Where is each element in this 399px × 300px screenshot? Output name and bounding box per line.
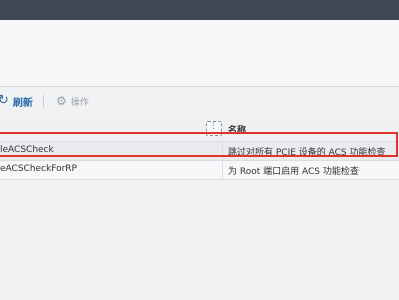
operations-label: 操作 [70,97,89,108]
top-bar [0,0,399,20]
column-chooser-icon: ⋮ [209,121,218,131]
toolbar-divider [43,95,44,107]
row-description: 为 Root 端口启用 ACS 功能检查 [228,167,359,177]
row-key: eACSCheckForRP [0,164,77,174]
column-divider [222,161,223,179]
toolbar: ↻ 刷新 ⚙ 操作 [0,90,399,112]
highlight-annotation [0,132,398,157]
refresh-label: 刷新 [12,97,33,109]
operations-button[interactable]: ⚙ 操作 [56,93,89,109]
gear-icon: ⚙ [56,94,67,108]
refresh-icon: ↻ [0,93,9,108]
page-header [0,20,399,87]
refresh-button[interactable]: ↻ 刷新 [0,93,33,109]
table-row[interactable]: eACSCheckForRP 为 Root 端口启用 ACS 功能检查 [0,160,399,180]
